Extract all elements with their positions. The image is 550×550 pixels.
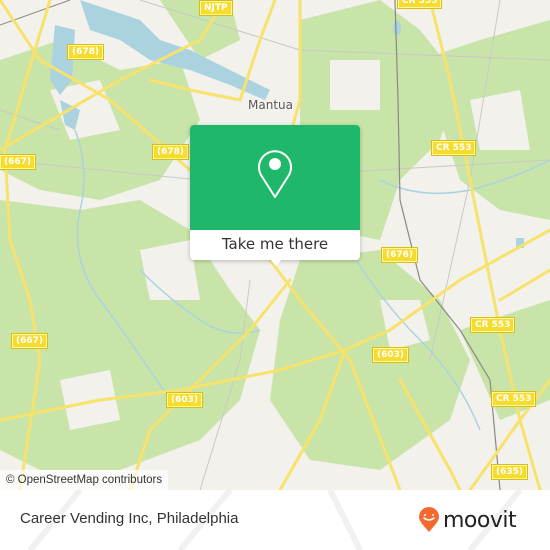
road-shield-cr553: CR 553 — [471, 318, 515, 332]
road-shield-cr553: CR 553 — [398, 0, 442, 8]
railway — [0, 0, 71, 26]
road-shield-njtp: NJTP — [200, 1, 232, 15]
moovit-logo[interactable]: moovit — [418, 507, 517, 533]
road-shield-678: (678) — [153, 145, 189, 159]
road-shield-676: (676) — [382, 248, 418, 262]
take-me-there-button[interactable]: Take me there — [190, 230, 360, 260]
road-shield-603: (603) — [167, 393, 203, 407]
popup-pointer — [268, 257, 284, 266]
map-attribution[interactable]: © OpenStreetMap contributors — [0, 470, 169, 490]
moovit-pin-logo-icon — [419, 507, 439, 532]
road-shield-cr553: CR 553 — [492, 392, 536, 406]
road-shield-635: (635) — [492, 465, 528, 479]
road-shield-667: (667) — [0, 155, 36, 169]
place-title: Career Vending Inc, Philadelphia — [20, 510, 239, 527]
popup-header — [190, 125, 360, 230]
road-shield-cr553: CR 553 — [432, 141, 476, 155]
location-popup: Take me there — [190, 125, 360, 266]
moovit-wordmark: moovit — [443, 507, 517, 533]
place-label-mantua: Mantua — [248, 98, 293, 112]
road-shield-603: (603) — [373, 348, 409, 362]
road-shield-678: (678) — [68, 45, 104, 59]
map-pin-icon — [258, 150, 292, 198]
road-shield-667: (667) — [12, 334, 48, 348]
